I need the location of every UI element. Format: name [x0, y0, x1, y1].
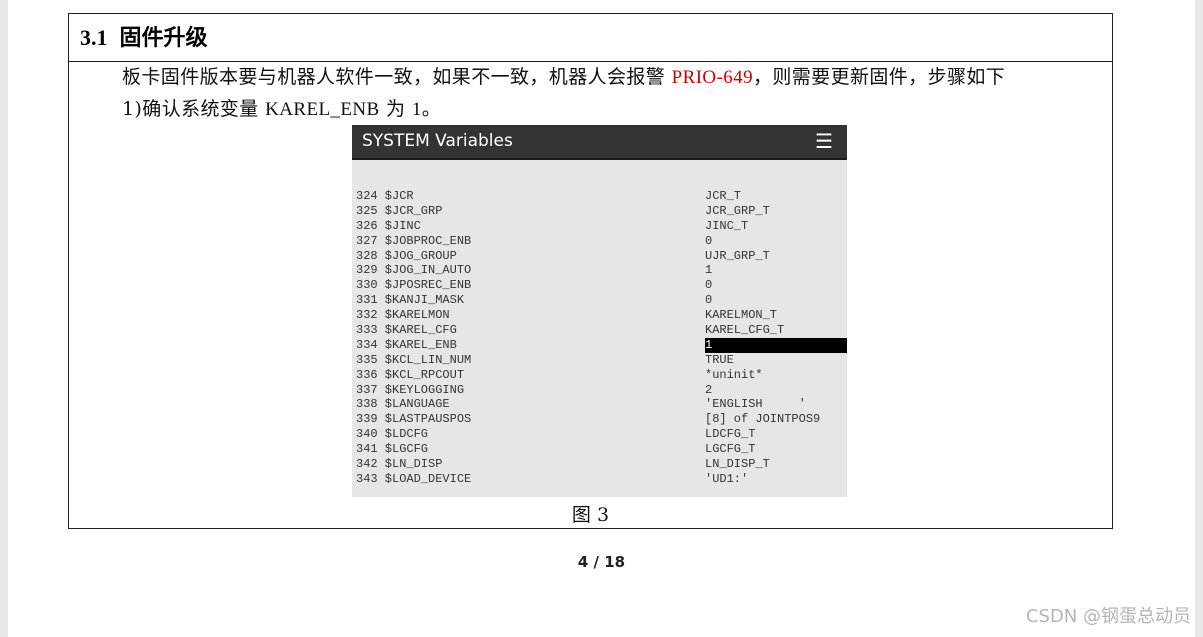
section-number: 3.1	[80, 25, 108, 50]
screen-title: SYSTEM Variables	[362, 131, 513, 151]
variable-name: 326 $JINC	[356, 218, 421, 233]
variable-value: KAREL_CFG_T	[705, 323, 785, 338]
variable-row[interactable]: 341 $LGCFG LGCFG_T	[352, 442, 847, 457]
variable-value: 0	[705, 293, 713, 308]
variable-row[interactable]: 330 $JPOSREC_ENB 0	[352, 278, 847, 293]
screen-title-bar: SYSTEM Variables ☰	[352, 125, 847, 160]
variable-name: 343 $LOAD_DEVICE	[356, 471, 472, 486]
variable-value: KARELMON_T	[705, 308, 778, 323]
variable-row[interactable]: 325 $JCR_GRP JCR_GRP_T	[352, 204, 847, 219]
variable-name: 332 $KARELMON	[356, 308, 450, 323]
variable-name: 336 $KCL_RPCOUT	[356, 367, 465, 382]
variable-name: 324 $JCR	[356, 189, 414, 203]
step1-mid: 为	[379, 98, 412, 120]
variable-row[interactable]: 336 $KCL_RPCOUT *uninit*	[352, 368, 847, 383]
variable-row[interactable]: 331 $KANJI_MASK 0	[352, 293, 847, 308]
variable-name: 328 $JOG_GROUP	[356, 248, 457, 263]
variable-value: [8] of JOINTPOS9	[705, 412, 821, 427]
variable-row[interactable]: 343 $LOAD_DEVICE 'UD1:'	[352, 472, 847, 487]
variable-value: TRUE	[705, 352, 734, 367]
variable-row[interactable]: 337 $KEYLOGGING 2	[352, 383, 847, 398]
variable-value: JCR_T	[705, 189, 742, 203]
hamburger-menu-icon[interactable]: ☰	[815, 125, 833, 158]
step1-prefix: 1)确认系统变量	[122, 98, 266, 120]
variable-list: 324 $JCR JCR_T 325 $JCR_GRP JCR_GRP_T 326 $J…	[352, 189, 847, 487]
variable-name: 330 $JPOSREC_ENB	[356, 278, 472, 293]
system-variables-screenshot: SYSTEM Variables ☰ 324 $JCR JCR_T 325 $JCR…	[352, 125, 847, 497]
paragraph1-text-before: 板卡固件版本要与机器人软件一致，如果不一致，机器人会报警	[122, 66, 672, 88]
document-page: 3.1 固件升级 板卡固件版本要与机器人软件一致，如果不一致，机器人会报警 PRI…	[8, 0, 1195, 637]
variable-row[interactable]: 335 $KCL_LIN_NUM TRUE	[352, 353, 847, 368]
variable-name: 335 $KCL_LIN_NUM	[356, 352, 472, 367]
variable-row[interactable]: 339 $LASTPAUSPOS [8] of JOINTPOS9	[352, 412, 847, 427]
variable-name: 338 $LANGUAGE	[356, 397, 450, 412]
variable-name: 334 $KAREL_ENB	[356, 337, 457, 352]
variable-value: 1	[705, 337, 847, 353]
variable-value: LN_DISP_T	[705, 457, 770, 472]
figure-caption: 图 3	[571, 504, 610, 526]
variable-name: 337 $KEYLOGGING	[356, 382, 465, 397]
variable-name: 341 $LGCFG	[356, 442, 429, 457]
variable-value: 1	[705, 263, 713, 278]
alarm-code: PRIO-649	[671, 67, 753, 88]
section-box: 3.1 固件升级 板卡固件版本要与机器人软件一致，如果不一致，机器人会报警 PRI…	[68, 13, 1113, 529]
variable-value: 0	[705, 233, 713, 248]
paragraph-firmware-note: 板卡固件版本要与机器人软件一致，如果不一致，机器人会报警 PRIO-649，则需…	[122, 64, 1005, 91]
section-title: 固件升级	[119, 25, 208, 51]
variable-value: LGCFG_T	[705, 442, 756, 457]
variable-value: JCR_GRP_T	[705, 203, 770, 218]
paragraph1-text-after: ，则需要更新固件，步骤如下	[752, 66, 1006, 88]
paragraph-step-1: 1)确认系统变量 KAREL_ENB 为 1。	[122, 96, 441, 123]
section-heading: 3.1 固件升级	[69, 14, 1112, 62]
variable-row[interactable]: 342 $LN_DISP LN_DISP_T	[352, 457, 847, 472]
variable-name: 333 $KAREL_CFG	[356, 323, 457, 338]
variable-row[interactable]: 327 $JOBPROC_ENB 0	[352, 234, 847, 249]
variable-value: 0	[705, 278, 713, 293]
variable-row[interactable]: 332 $KARELMON KARELMON_T	[352, 308, 847, 323]
variable-value: 2	[705, 382, 713, 397]
watermark: CSDN @钢蛋总动员	[1025, 606, 1191, 627]
variable-name: 342 $LN_DISP	[356, 457, 443, 472]
page-number: 4 / 18	[577, 553, 626, 571]
variable-row[interactable]: 340 $LDCFG LDCFG_T	[352, 427, 847, 442]
variable-row[interactable]: 338 $LANGUAGE 'ENGLISH '	[352, 397, 847, 412]
variable-row[interactable]: 328 $JOG_GROUP UJR_GRP_T	[352, 249, 847, 264]
variable-row[interactable]: 333 $KAREL_CFG KAREL_CFG_T	[352, 323, 847, 338]
variable-value: 'UD1:'	[705, 471, 749, 486]
variable-row[interactable]: 326 $JINC JINC_T	[352, 219, 847, 234]
variable-name: 340 $LDCFG	[356, 427, 429, 442]
variable-value: *uninit*	[705, 367, 763, 382]
variable-name: 329 $JOG_IN_AUTO	[356, 263, 472, 278]
variable-row-selected[interactable]: 334 $KAREL_ENB 1	[352, 337, 847, 353]
step1-variable: KAREL_ENB	[265, 99, 380, 120]
variable-name: 325 $JCR_GRP	[356, 203, 443, 218]
variable-value: LDCFG_T	[705, 427, 756, 442]
variable-row[interactable]: 329 $JOG_IN_AUTO 1	[352, 263, 847, 278]
variable-value: UJR_GRP_T	[705, 248, 770, 263]
variable-value: JINC_T	[705, 218, 749, 233]
step1-value: 1	[411, 99, 422, 120]
step1-suffix: 。	[421, 98, 442, 120]
variable-name: 331 $KANJI_MASK	[356, 293, 465, 308]
variable-row[interactable]: 324 $JCR JCR_T	[352, 189, 847, 204]
variable-name: 327 $JOBPROC_ENB	[356, 233, 472, 248]
variable-value: 'ENGLISH '	[705, 397, 806, 412]
variable-name: 339 $LASTPAUSPOS	[356, 412, 472, 427]
